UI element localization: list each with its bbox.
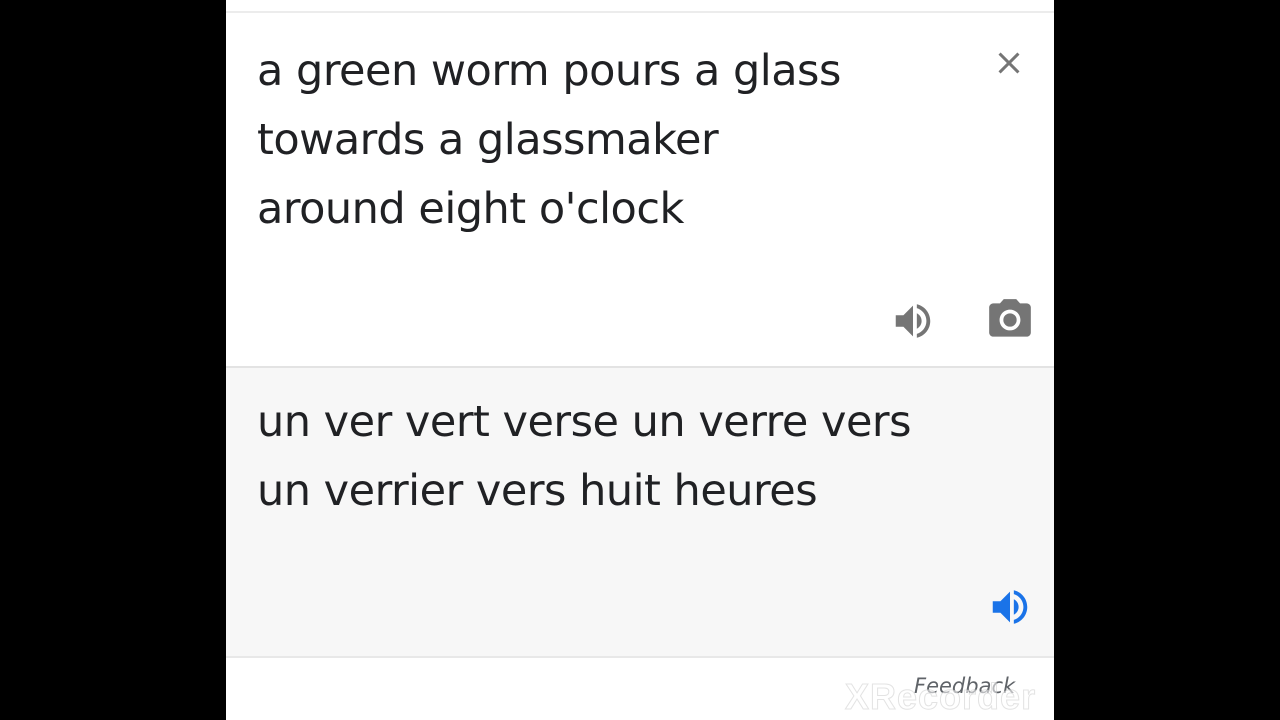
- translation-panel: un ver vert verse un verre vers un verri…: [226, 368, 1054, 656]
- translate-card: a green worm pours a glass towards a gla…: [226, 0, 1054, 720]
- camera-button[interactable]: [984, 295, 1036, 345]
- camera-icon: [989, 299, 1031, 337]
- clear-button[interactable]: [986, 40, 1032, 86]
- listen-source-button[interactable]: [888, 296, 938, 346]
- close-icon: [998, 52, 1020, 74]
- feedback-link[interactable]: Feedback: [914, 674, 1015, 698]
- listen-translation-button[interactable]: [984, 582, 1036, 632]
- source-panel: a green worm pours a glass towards a gla…: [226, 13, 1054, 366]
- source-text[interactable]: a green worm pours a glass towards a gla…: [257, 37, 957, 244]
- speaker-icon: [895, 304, 931, 338]
- bottom-divider: [226, 656, 1054, 658]
- translation-text: un ver vert verse un verre vers un verri…: [257, 397, 911, 516]
- speaker-icon: [992, 590, 1028, 624]
